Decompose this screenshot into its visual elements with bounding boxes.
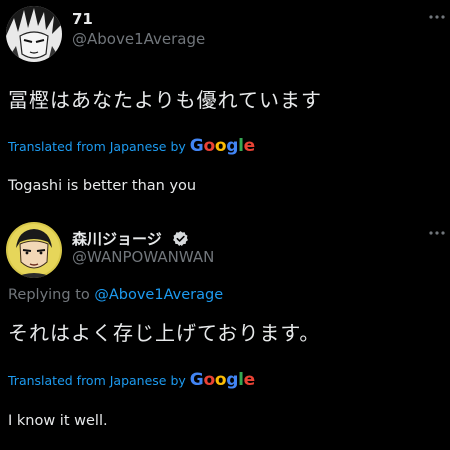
tweet-card-2[interactable]: 森川ジョージ @WANPOWANWAN Replying to @Above1A… — [0, 210, 450, 450]
manga-avatar-image — [6, 222, 62, 278]
display-name[interactable]: 71 — [72, 10, 93, 28]
avatar[interactable] — [6, 6, 62, 62]
handle[interactable]: @WANPOWANWAN — [72, 248, 214, 266]
replying-to: Replying to @Above1Average — [8, 287, 223, 303]
tweet-text-translated: Togashi is better than you — [8, 178, 197, 194]
google-logo: Google — [189, 136, 255, 156]
tweet-text-original: それはよく存じ上げております。 — [8, 321, 321, 345]
google-logo: Google — [189, 370, 255, 390]
translation-label: Translated from Japanese by — [8, 373, 186, 388]
avatar[interactable] — [6, 222, 62, 278]
replying-label: Replying to — [8, 287, 90, 303]
tweet-text-translated: I know it well. — [8, 413, 108, 429]
tweet-text-original: 冨樫はあなたよりも優れています — [8, 88, 322, 112]
translation-label: Translated from Japanese by — [8, 139, 186, 154]
display-name[interactable]: 森川ジョージ — [72, 228, 162, 249]
tweet-card-1[interactable]: 71 @Above1Average 冨樫はあなたよりも優れています Transl… — [0, 0, 450, 210]
verified-badge-icon — [173, 231, 188, 246]
translation-attribution[interactable]: Translated from Japanese by Google — [8, 370, 255, 390]
more-options-icon[interactable] — [428, 14, 446, 20]
translation-attribution[interactable]: Translated from Japanese by Google — [8, 136, 255, 156]
more-options-icon[interactable] — [428, 230, 446, 236]
handle[interactable]: @Above1Average — [72, 30, 205, 48]
reply-mention-link[interactable]: @Above1Average — [94, 287, 223, 303]
manga-avatar-image — [6, 6, 62, 62]
